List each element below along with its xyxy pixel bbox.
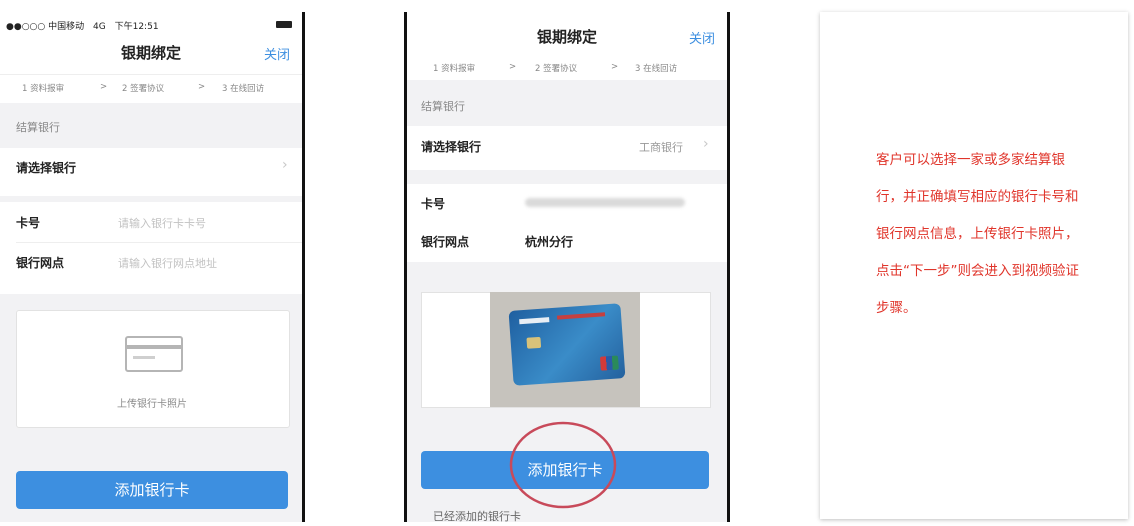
step-2: 2 签署协议 — [535, 64, 578, 74]
step-3: 3 在线回访 — [222, 84, 265, 94]
phone-edge — [727, 12, 730, 522]
branch-label: 银行网点 — [16, 256, 65, 270]
card-no-label: 卡号 — [421, 197, 446, 211]
chevron-right-icon: › — [282, 157, 288, 173]
step-1: 1 资料报审 — [433, 64, 476, 74]
bank-card-image — [508, 303, 626, 386]
phone-screen-1: ●●○○○ 中国移动 4G 下午12:51 银期绑定 关闭 1 资料报审 > 2… — [0, 12, 302, 522]
close-button[interactable]: 关闭 — [264, 44, 290, 63]
card-no-label: 卡号 — [16, 216, 41, 230]
step-3: 3 在线回访 — [635, 64, 678, 74]
step-arrow: > — [100, 82, 108, 92]
add-bank-card-button[interactable]: 添加银行卡 — [16, 471, 288, 509]
card-no-input[interactable]: 请输入银行卡卡号 — [118, 215, 206, 231]
blurred-card-number — [525, 198, 685, 207]
note-text: 客户可以选择一家或多家结算银行，并正确填写相应的银行卡号和银行网点信息，上传银行… — [876, 152, 1079, 316]
branch-input[interactable]: 请输入银行网点地址 — [118, 255, 217, 271]
chevron-right-icon: › — [703, 136, 709, 152]
select-bank-label: 请选择银行 — [16, 161, 77, 175]
card-info-group — [407, 184, 727, 262]
status-bar: ●●○○○ 中国移动 4G 下午12:51 — [6, 19, 159, 32]
step-arrow: > — [509, 62, 517, 72]
page-title: 银期绑定 — [536, 28, 597, 46]
upload-label: 上传银行卡照片 — [117, 399, 187, 410]
select-bank-label: 请选择银行 — [421, 140, 482, 154]
close-button[interactable]: 关闭 — [689, 28, 715, 47]
selected-bank-value: 工商银行 — [639, 141, 683, 154]
branch-value: 杭州分行 — [525, 235, 574, 249]
battery-icon — [276, 21, 292, 28]
step-arrow: > — [198, 82, 206, 92]
step-arrow: > — [611, 62, 619, 72]
branch-label: 银行网点 — [421, 235, 470, 249]
section-title: 结算银行 — [421, 100, 465, 113]
section-title: 结算银行 — [16, 121, 60, 134]
network-type: 4G — [93, 22, 106, 32]
highlight-circle — [509, 421, 617, 509]
divider — [16, 242, 302, 243]
signal-indicator: ●●○○○ — [6, 22, 46, 32]
step-1: 1 资料报审 — [22, 84, 65, 94]
page-title: 银期绑定 — [120, 44, 181, 62]
bank-card-icon — [125, 336, 183, 372]
step-2: 2 签署协议 — [122, 84, 165, 94]
status-time: 下午12:51 — [114, 22, 159, 32]
carrier-name: 中国移动 — [48, 22, 85, 32]
phone-edge — [302, 12, 305, 522]
